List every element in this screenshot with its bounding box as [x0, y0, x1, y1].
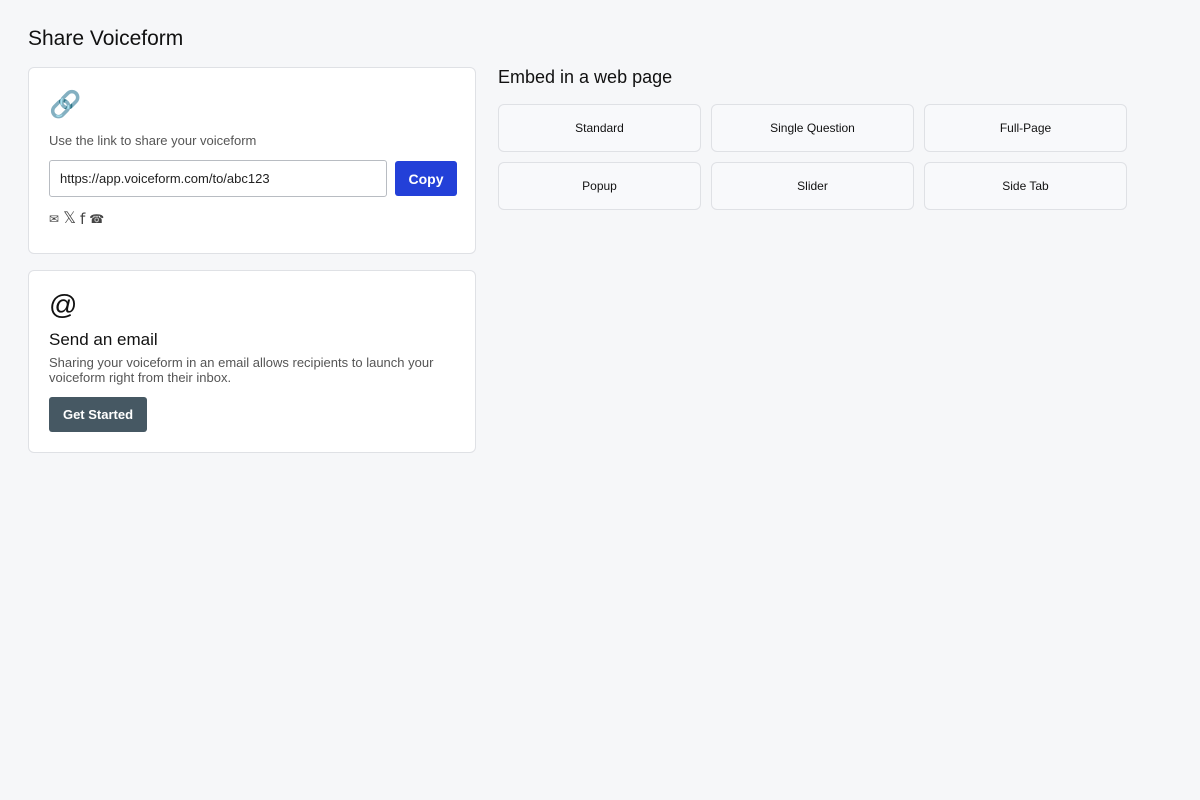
embed-option-full-page[interactable]: Full-Page — [924, 104, 1127, 152]
send-email-card: @ Send an email Sharing your voiceform i… — [28, 270, 476, 453]
share-url-input[interactable] — [49, 160, 387, 197]
x-share-icon[interactable]: 𝕏 — [63, 211, 76, 227]
embed-option-slider[interactable]: Slider — [711, 162, 914, 210]
facebook-share-icon[interactable]: f — [80, 211, 85, 227]
embed-section-title: Embed in a web page — [498, 67, 673, 87]
embed-options-grid: Standard Single Question Full-Page Popup… — [498, 104, 1128, 210]
embed-option-standard[interactable]: Standard — [498, 104, 701, 152]
embed-option-side-tab[interactable]: Side Tab — [924, 162, 1127, 210]
send-email-title: Send an email — [49, 330, 158, 349]
at-icon: @ — [49, 289, 78, 320]
social-share-icons: ✉ 𝕏 f ☎ — [49, 211, 104, 228]
share-link-hint: Use the link to share your voiceform — [49, 133, 257, 148]
link-icon: 🔗 — [49, 89, 82, 119]
copy-button[interactable]: Copy — [395, 161, 457, 196]
send-email-description: Sharing your voiceform in an email allow… — [49, 355, 434, 385]
get-started-button[interactable]: Get Started — [49, 397, 147, 432]
embed-option-popup[interactable]: Popup — [498, 162, 701, 210]
share-link-card: 🔗 Use the link to share your voiceform C… — [28, 67, 476, 254]
page-title: Share Voiceform — [28, 27, 184, 50]
phone-share-icon[interactable]: ☎ — [89, 211, 104, 227]
email-share-icon[interactable]: ✉ — [49, 211, 59, 227]
embed-option-single-question[interactable]: Single Question — [711, 104, 914, 152]
